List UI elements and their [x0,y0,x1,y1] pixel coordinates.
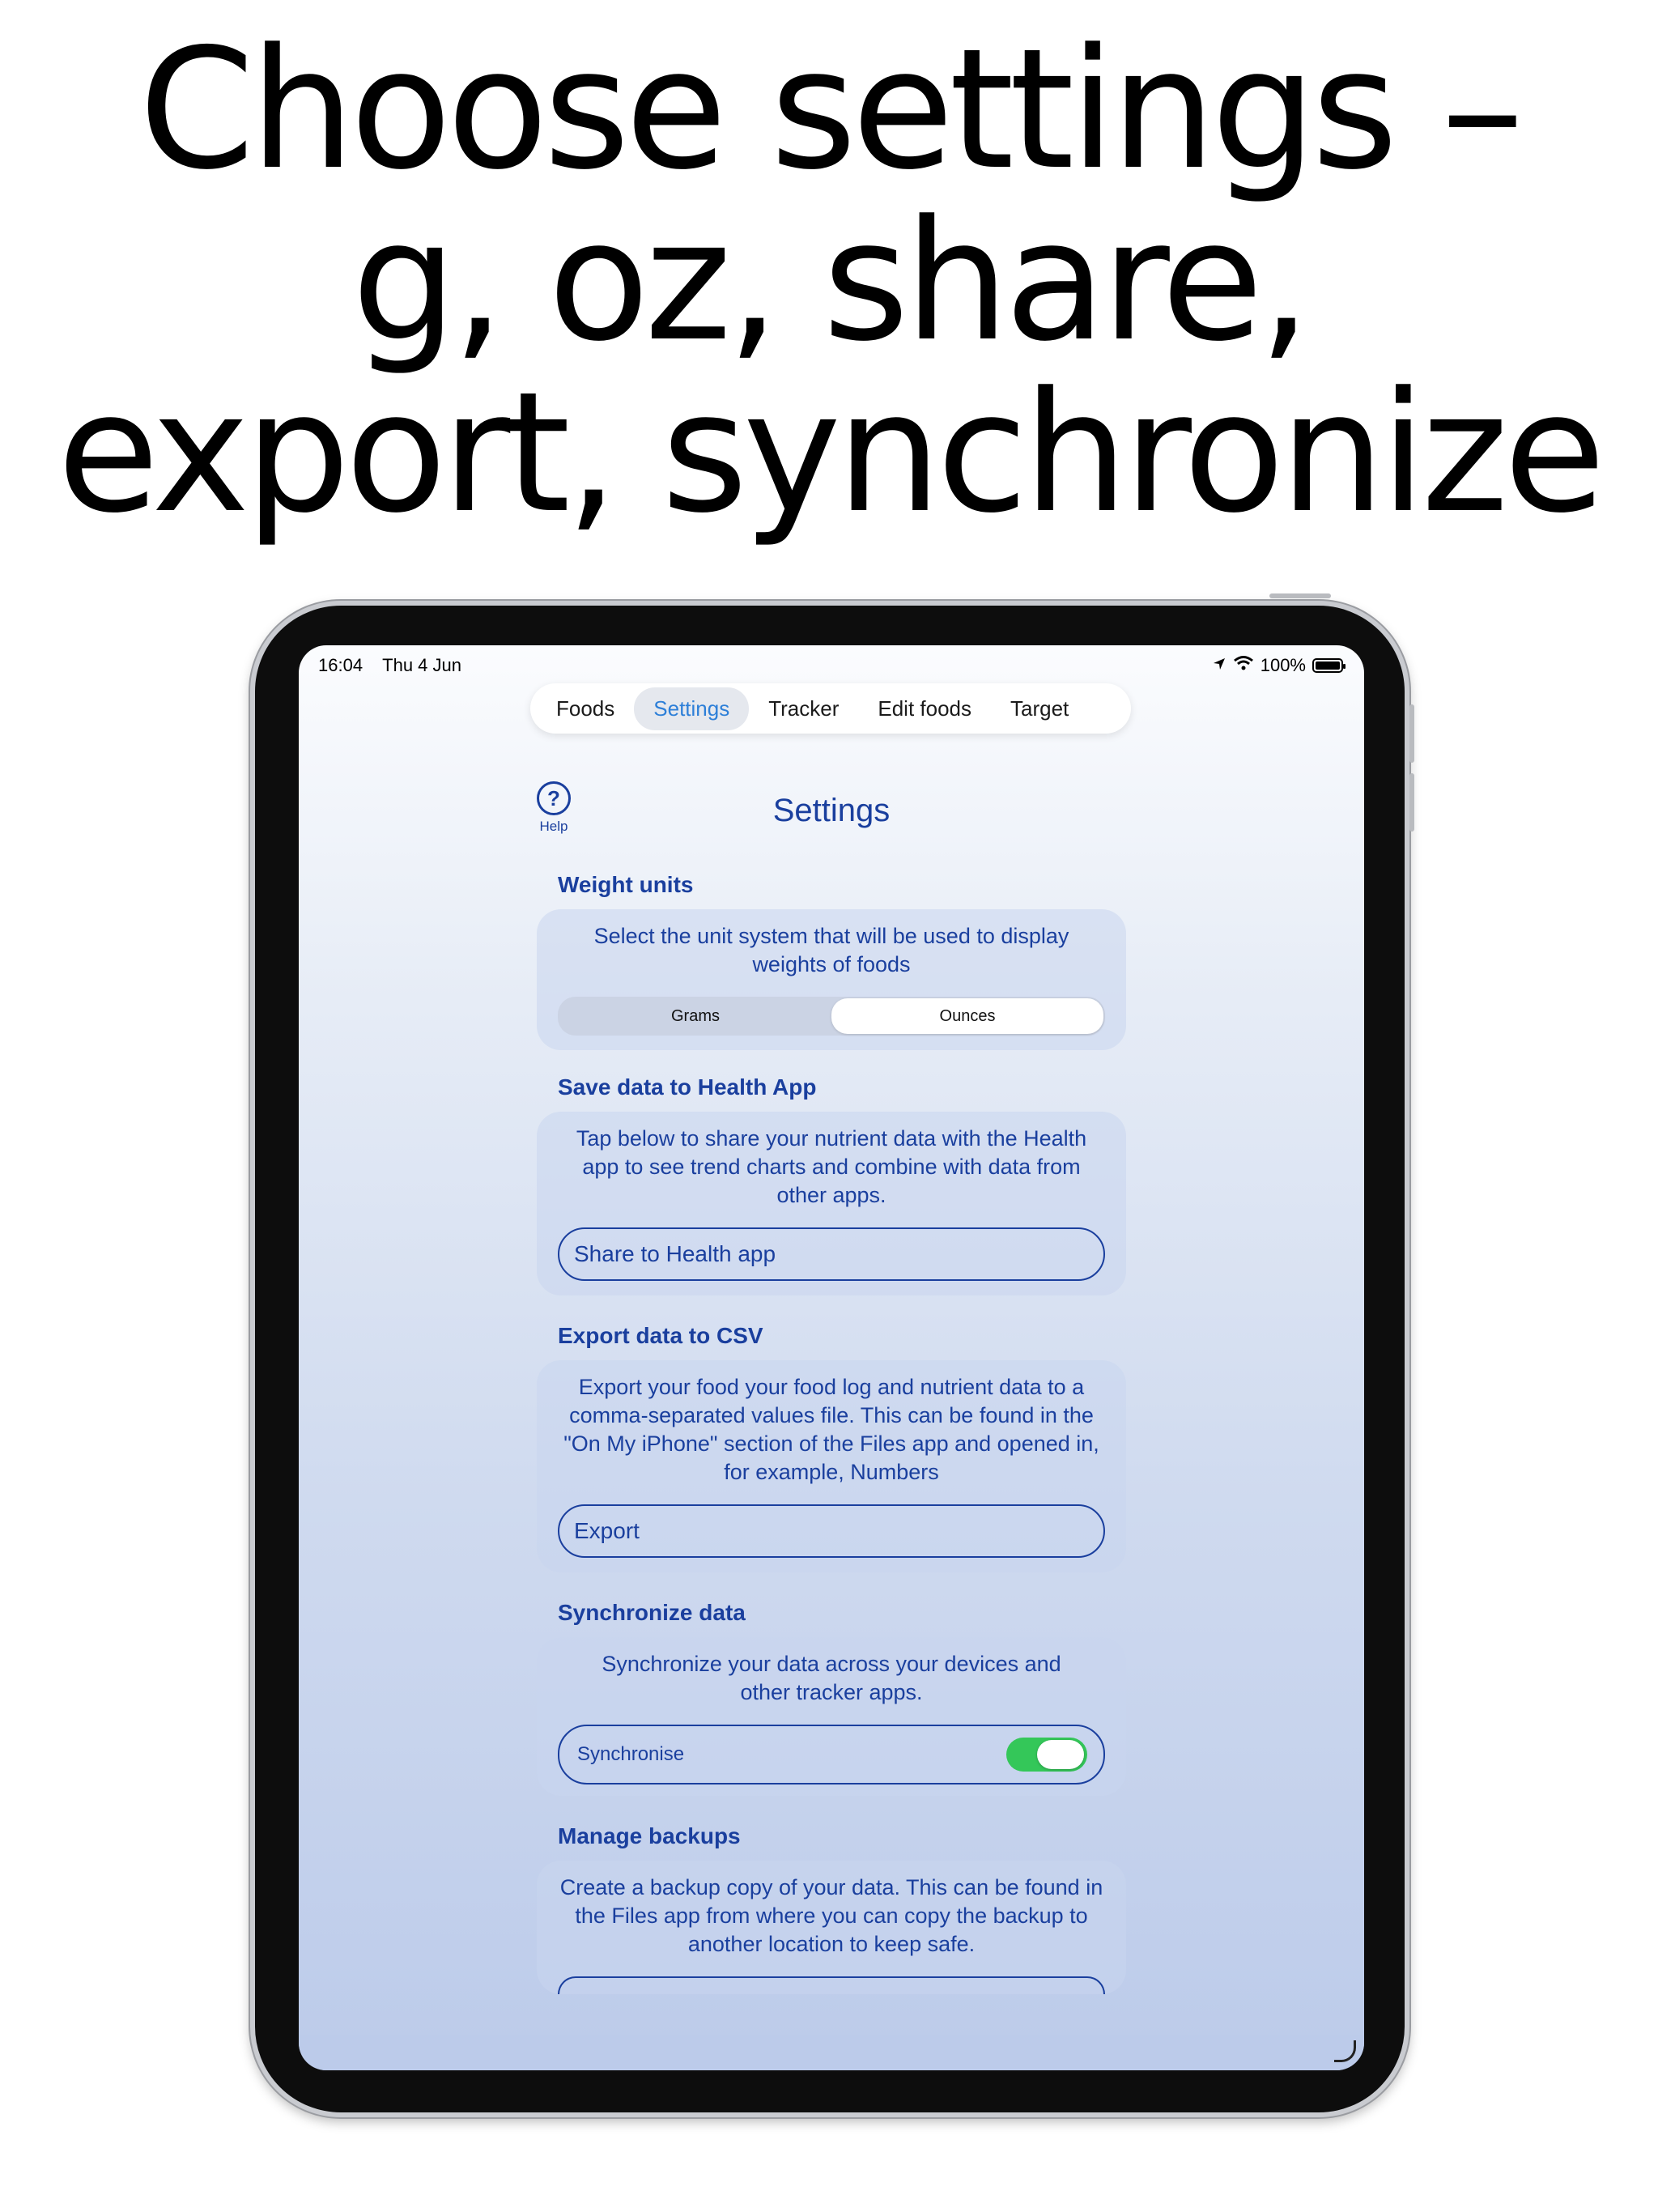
weight-units-card: Select the unit system that will be used… [537,909,1126,1050]
headline: Choose settings – g, oz, share, export, … [0,24,1658,539]
health-description: Tap below to share your nutrient data wi… [576,1126,1087,1207]
sync-toggle-switch[interactable] [1006,1738,1087,1772]
battery-percent: 100% [1260,655,1306,675]
tab-tracker[interactable]: Tracker [749,687,858,730]
status-bar: 16:04 Thu 4 Jun 100% [299,645,1364,686]
sync-toggle-label: Synchronise [577,1743,685,1765]
backups-heading: Manage backups [558,1823,741,1848]
bottom-edge [299,2035,1364,2070]
sync-description: Synchronize your data across your device… [602,1652,1061,1704]
settings-list: Weight units Select the unit system that… [537,872,1126,2022]
status-indicators: 100% [1212,655,1346,676]
backups-description: Create a backup copy of your data. This … [559,1875,1103,1956]
tab-bar: Foods Settings Tracker Edit foods Target [530,683,1131,734]
backup-button[interactable] [558,1976,1105,1994]
volume-up-button [1409,704,1414,763]
status-time: 16:04 [318,655,363,675]
weight-units-heading: Weight units [558,872,694,897]
export-button[interactable]: Export [558,1504,1105,1558]
app-screen: 16:04 Thu 4 Jun 100% Foods Settings Trac… [299,645,1364,2070]
volume-down-button [1409,773,1414,832]
tab-target[interactable]: Target [991,687,1088,730]
tab-settings[interactable]: Settings [634,687,750,730]
unit-segmented-control: Grams Ounces [558,997,1105,1036]
top-button [1269,593,1331,598]
status-date: Thu 4 Jun [382,655,461,675]
status-time-date: 16:04 Thu 4 Jun [318,655,461,676]
location-icon [1212,655,1226,676]
tab-edit-foods[interactable]: Edit foods [858,687,991,730]
health-card: Tap below to share your nutrient data wi… [537,1112,1126,1295]
export-heading: Export data to CSV [558,1323,763,1348]
sync-toggle-row: Synchronise [558,1725,1105,1784]
sync-heading: Synchronize data [558,1600,746,1625]
sync-card: Synchronize your data across your device… [537,1637,1126,1796]
switch-knob [1037,1740,1084,1769]
export-description: Export your food your food log and nutri… [563,1375,1099,1484]
segment-grams[interactable]: Grams [559,998,831,1034]
page-title: Settings [772,793,891,828]
export-card: Export your food your food log and nutri… [537,1360,1126,1572]
segment-ounces[interactable]: Ounces [831,998,1103,1034]
health-heading: Save data to Health App [558,1074,817,1100]
headline-line-2: g, oz, share, [351,185,1311,378]
weight-units-description: Select the unit system that will be used… [593,924,1069,976]
battery-icon [1312,658,1346,673]
wifi-icon [1233,655,1254,676]
share-to-health-button[interactable]: Share to Health app [558,1227,1105,1281]
headline-line-3: export, synchronize [57,357,1606,550]
tab-foods[interactable]: Foods [537,687,634,730]
headline-line-1: Choose settings – [138,14,1524,206]
backups-card: Create a backup copy of your data. This … [537,1861,1126,1994]
